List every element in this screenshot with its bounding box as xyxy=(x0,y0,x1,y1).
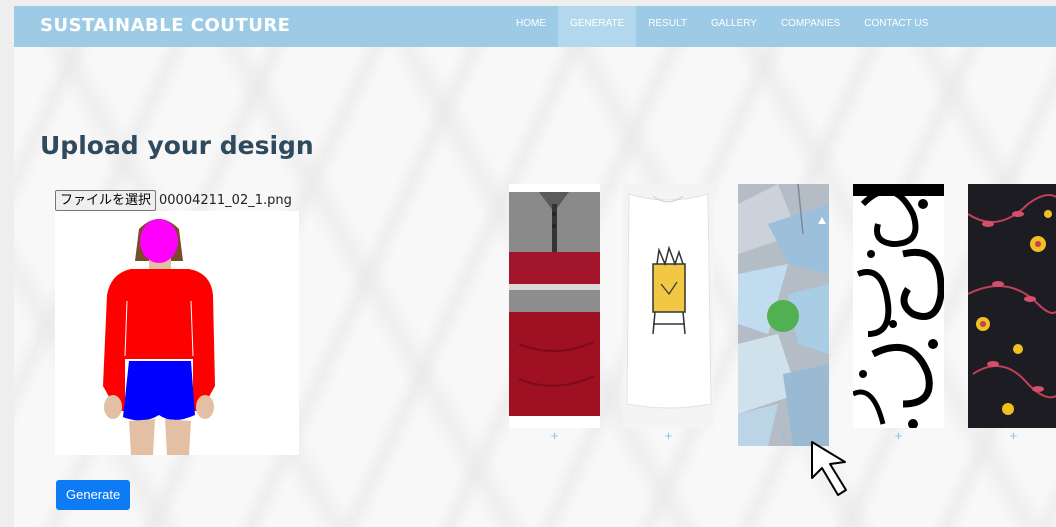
nav-generate[interactable]: GENERATE xyxy=(558,6,637,47)
choose-file-button[interactable]: ファイルを選択 xyxy=(55,189,157,211)
figure-silhouette-image xyxy=(103,219,215,455)
add-graphic-tshirt-button[interactable]: + xyxy=(623,428,714,443)
gallery-item-graphic-tshirt[interactable] xyxy=(623,184,714,428)
floral-pattern-image xyxy=(968,184,1056,428)
file-name: 00004211_02_1.png xyxy=(159,192,292,208)
gallery-item-paisley-pattern[interactable] xyxy=(853,184,944,428)
file-input: ファイルを選択 00004211_02_1.png xyxy=(55,189,292,211)
brand-logo[interactable]: SUSTAINABLE COUTURE xyxy=(40,15,290,36)
design-preview xyxy=(55,211,299,455)
nav-menu: HOME GENERATE RESULT GALLERY COMPANIES C… xyxy=(504,6,940,47)
nav-result[interactable]: RESULT xyxy=(636,6,699,47)
paisley-pattern-image xyxy=(853,184,944,428)
gallery-item-geometric-pattern[interactable] xyxy=(738,184,829,446)
graphic-tshirt-image xyxy=(623,184,714,428)
generate-button[interactable]: Generate xyxy=(56,480,131,510)
nav-home[interactable]: HOME xyxy=(504,6,558,47)
gallery-item-polo-shirt[interactable] xyxy=(509,184,600,428)
polo-shirt-image xyxy=(509,184,600,428)
mouse-pointer-icon xyxy=(811,441,847,496)
nav-companies[interactable]: COMPANIES xyxy=(769,6,852,47)
gallery-item-floral-pattern[interactable] xyxy=(968,184,1056,428)
page: SUSTAINABLE COUTURE HOME GENERATE RESULT… xyxy=(14,6,1056,527)
nav-gallery[interactable]: GALLERY xyxy=(699,6,769,47)
geometric-pattern-image xyxy=(738,184,829,446)
add-floral-pattern-button[interactable]: + xyxy=(968,428,1056,443)
add-polo-shirt-button[interactable]: + xyxy=(509,428,600,443)
page-title: Upload your design xyxy=(40,131,314,160)
nav-contact-us[interactable]: CONTACT US xyxy=(852,6,940,47)
navbar: SUSTAINABLE COUTURE HOME GENERATE RESULT… xyxy=(14,6,1056,47)
